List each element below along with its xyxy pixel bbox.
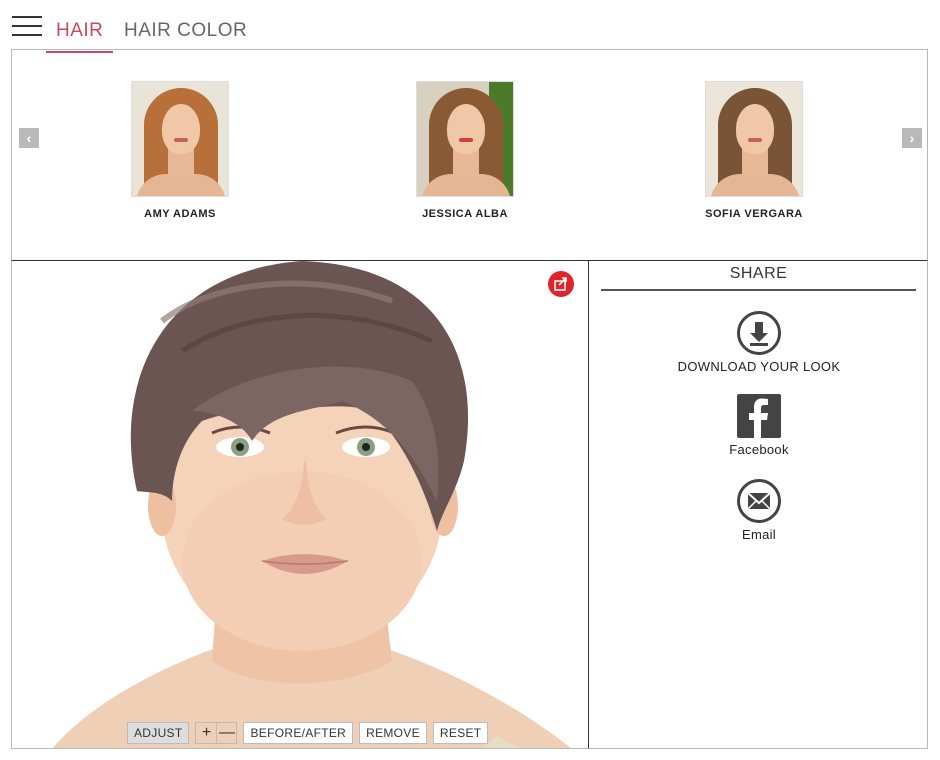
carousel-next-button[interactable]: › xyxy=(902,128,922,148)
email-icon xyxy=(737,479,781,523)
download-icon xyxy=(737,311,781,355)
facebook-label: Facebook xyxy=(729,442,789,457)
zoom-out-button[interactable]: — xyxy=(216,723,236,743)
tab-hair[interactable]: HAIR xyxy=(45,20,114,53)
share-export-icon[interactable] xyxy=(548,271,574,297)
celebrity-card-sofia-vergara[interactable]: SOFIA VERGARA xyxy=(674,81,834,220)
download-label: DOWNLOAD YOUR LOOK xyxy=(677,359,841,374)
hairstyle-preview-stage: ADJUST + — BEFORE/AFTER REMOVE RESET xyxy=(11,261,588,749)
preview-toolbar: ADJUST + — BEFORE/AFTER REMOVE RESET xyxy=(127,722,489,744)
celebrity-photo xyxy=(416,81,514,197)
celebrity-carousel: ‹ › AMY ADAMS JESSICA ALBA SOFIA VERGARA xyxy=(11,49,928,261)
adjust-button[interactable]: ADJUST xyxy=(127,722,190,744)
celebrity-photo xyxy=(131,81,229,197)
zoom-controls: + — xyxy=(195,722,238,744)
celebrity-card-jessica-alba[interactable]: JESSICA ALBA xyxy=(385,81,545,220)
zoom-in-button[interactable]: + xyxy=(196,723,216,743)
celebrity-photo xyxy=(705,81,803,197)
remove-button[interactable]: REMOVE xyxy=(359,722,427,744)
facebook-share-button[interactable]: Facebook xyxy=(589,394,929,457)
email-label: Email xyxy=(741,527,776,542)
download-look-button[interactable]: DOWNLOAD YOUR LOOK xyxy=(589,311,929,374)
model-preview-image xyxy=(52,261,571,748)
celebrity-card-amy-adams[interactable]: AMY ADAMS xyxy=(100,81,260,220)
facebook-icon xyxy=(737,394,781,438)
before-after-button[interactable]: BEFORE/AFTER xyxy=(243,722,354,744)
celebrity-name: SOFIA VERGARA xyxy=(705,208,803,220)
tab-hair-color[interactable]: HAIR COLOR xyxy=(124,20,247,42)
virtual-makeover-app: HAIR HAIR COLOR ‹ › AMY ADAMS JESSICA AL… xyxy=(0,0,940,760)
carousel-prev-button[interactable]: ‹ xyxy=(19,128,39,148)
email-share-button[interactable]: Email xyxy=(589,479,929,542)
share-panel: SHARE DOWNLOAD YOUR LOOK Facebook Email xyxy=(588,261,928,749)
celebrity-name: AMY ADAMS xyxy=(144,208,216,220)
share-title: SHARE xyxy=(601,265,916,291)
celebrity-name: JESSICA ALBA xyxy=(422,208,508,220)
hamburger-menu-icon[interactable] xyxy=(12,16,42,38)
reset-button[interactable]: RESET xyxy=(432,722,489,744)
